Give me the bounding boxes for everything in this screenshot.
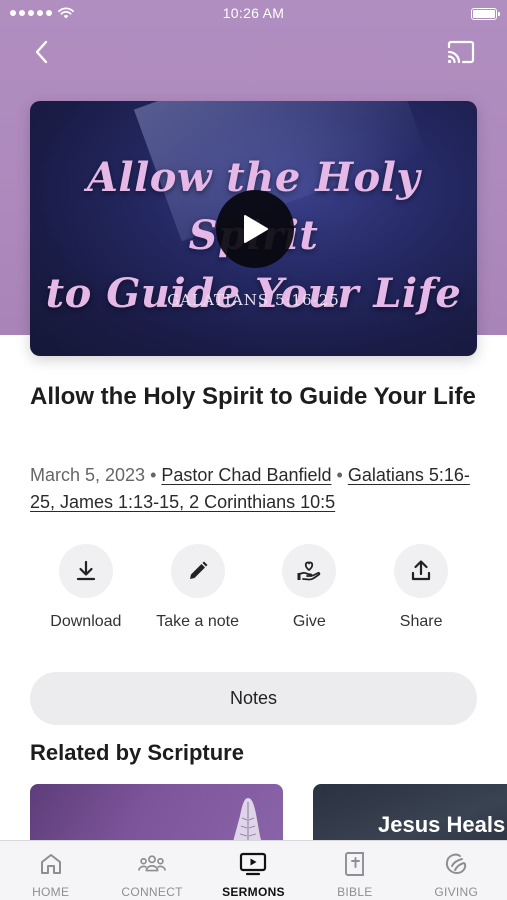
- related-card-title: Jesus Heals: [378, 812, 506, 837]
- tab-bar: HOME CONNECT SERMONS BIBLE GIVING: [0, 840, 507, 900]
- home-icon: [36, 849, 66, 879]
- tab-giving[interactable]: GIVING: [406, 841, 506, 899]
- sermon-meta: March 5, 2023 • Pastor Chad Banfield • Galat…: [30, 462, 480, 516]
- video-scripture-reference: GALATIANS 5:16-25: [167, 291, 340, 309]
- tab-bible[interactable]: BIBLE: [305, 841, 405, 899]
- give-label: Give: [292, 613, 326, 630]
- sermon-date: March 5, 2023: [30, 465, 146, 485]
- meta-separator: •: [150, 465, 157, 485]
- play-icon: [244, 215, 268, 243]
- take-note-label: Take a note: [156, 613, 239, 630]
- share-circle[interactable]: [394, 544, 449, 598]
- share-label: Share: [399, 613, 443, 630]
- tab-home[interactable]: HOME: [1, 841, 101, 899]
- cast-button[interactable]: [445, 38, 477, 66]
- meta-separator: •: [336, 465, 343, 485]
- play-button[interactable]: [216, 190, 294, 268]
- related-section-title: Related by Scripture: [30, 740, 244, 765]
- people-icon: [137, 849, 167, 879]
- battery-icon: [471, 8, 500, 20]
- give-circle[interactable]: [282, 544, 337, 598]
- share-button[interactable]: Share: [365, 544, 477, 631]
- pencil-icon: [189, 561, 208, 579]
- download-label: Download: [50, 613, 122, 630]
- tab-label: BIBLE: [337, 885, 373, 899]
- tab-label: HOME: [32, 885, 70, 899]
- chevron-left-icon: [35, 40, 48, 64]
- take-note-circle[interactable]: [170, 544, 225, 598]
- back-button[interactable]: [28, 38, 56, 66]
- cast-icon: [447, 40, 475, 64]
- giving-icon: [441, 849, 471, 879]
- sermon-video-player[interactable]: Allow the Holy Spirit to Guide Your Life…: [30, 101, 477, 356]
- tv-play-icon: [238, 849, 268, 879]
- bible-icon: [340, 849, 370, 879]
- download-icon: [76, 560, 95, 581]
- speaker-link[interactable]: Pastor Chad Banfield: [161, 465, 331, 485]
- share-icon: [412, 560, 431, 581]
- take-note-button[interactable]: Take a note: [142, 544, 254, 631]
- give-button[interactable]: Give: [254, 544, 366, 631]
- tab-label: CONNECT: [121, 885, 183, 899]
- status-bar: 10:26 AM: [0, 0, 507, 28]
- give-hand-heart-icon: [297, 561, 321, 581]
- download-button[interactable]: Download: [30, 544, 142, 631]
- download-circle[interactable]: [58, 544, 113, 598]
- tab-sermons[interactable]: SERMONS: [203, 841, 303, 899]
- tab-label: GIVING: [434, 885, 479, 899]
- tab-label: SERMONS: [222, 885, 285, 899]
- notes-button[interactable]: Notes: [30, 672, 477, 725]
- sermon-title: Allow the Holy Spirit to Guide Your Life: [30, 383, 476, 410]
- status-time: 10:26 AM: [222, 5, 285, 21]
- action-row: Download Take a note Give Share: [30, 544, 477, 631]
- tab-connect[interactable]: CONNECT: [102, 841, 202, 899]
